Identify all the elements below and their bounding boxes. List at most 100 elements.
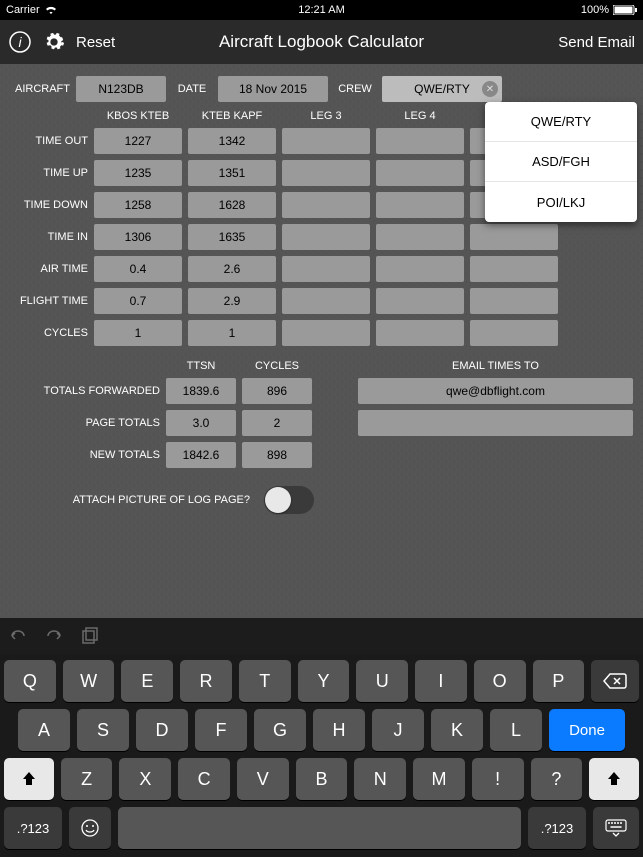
- cell-0-0[interactable]: 1227: [94, 128, 182, 154]
- cycles-1[interactable]: 2: [242, 410, 312, 436]
- key-A[interactable]: A: [18, 709, 70, 751]
- ttsn-2[interactable]: 1842.6: [166, 442, 236, 468]
- key-U[interactable]: U: [356, 660, 408, 702]
- key-?[interactable]: ?: [531, 758, 583, 800]
- crew-option-2[interactable]: ASD/FGH: [485, 142, 637, 182]
- key-B[interactable]: B: [296, 758, 348, 800]
- ttsn-0[interactable]: 1839.6: [166, 378, 236, 404]
- key-P[interactable]: P: [533, 660, 585, 702]
- space-key[interactable]: [118, 807, 521, 849]
- content-area: AIRCRAFT N123DB DATE 18 Nov 2015 CREW QW…: [0, 64, 643, 618]
- cell-3-4[interactable]: [470, 224, 558, 250]
- cell-5-2[interactable]: [282, 288, 370, 314]
- redo-icon[interactable]: [44, 626, 64, 646]
- aircraft-field[interactable]: N123DB: [76, 76, 166, 102]
- cycles-2[interactable]: 898: [242, 442, 312, 468]
- hide-keyboard-key[interactable]: [593, 807, 639, 849]
- cell-3-1[interactable]: 1635: [188, 224, 276, 250]
- key-Q[interactable]: Q: [4, 660, 56, 702]
- crew-option-3[interactable]: POI/LKJ: [485, 182, 637, 222]
- crew-option-1[interactable]: QWE/RTY: [485, 102, 637, 142]
- emoji-key[interactable]: [69, 807, 111, 849]
- clear-crew-icon[interactable]: ✕: [482, 81, 498, 97]
- cell-4-4[interactable]: [470, 256, 558, 282]
- key-K[interactable]: K: [431, 709, 483, 751]
- cell-5-3[interactable]: [376, 288, 464, 314]
- row-label-4: AIR TIME: [10, 263, 88, 275]
- cycles-0[interactable]: 896: [242, 378, 312, 404]
- clipboard-icon[interactable]: [80, 626, 100, 646]
- cell-3-2[interactable]: [282, 224, 370, 250]
- keyboard-area: QWERTYUIOP ASDFGHJKLDone ZXCVBNM!? .?123…: [0, 618, 643, 857]
- cell-6-4[interactable]: [470, 320, 558, 346]
- reset-button[interactable]: Reset: [76, 34, 115, 51]
- cell-2-3[interactable]: [376, 192, 464, 218]
- shift-right-key[interactable]: [589, 758, 639, 800]
- cell-6-2[interactable]: [282, 320, 370, 346]
- attach-toggle[interactable]: [264, 486, 314, 514]
- done-key[interactable]: Done: [549, 709, 625, 751]
- cell-5-0[interactable]: 0.7: [94, 288, 182, 314]
- cell-6-3[interactable]: [376, 320, 464, 346]
- key-V[interactable]: V: [237, 758, 289, 800]
- totals-label-0: TOTALS FORWARDED: [10, 385, 160, 397]
- key-Y[interactable]: Y: [298, 660, 350, 702]
- cell-2-1[interactable]: 1628: [188, 192, 276, 218]
- cell-6-1[interactable]: 1: [188, 320, 276, 346]
- cell-1-3[interactable]: [376, 160, 464, 186]
- shift-left-key[interactable]: [4, 758, 54, 800]
- key-R[interactable]: R: [180, 660, 232, 702]
- cell-4-3[interactable]: [376, 256, 464, 282]
- key-J[interactable]: J: [372, 709, 424, 751]
- key-M[interactable]: M: [413, 758, 465, 800]
- key-C[interactable]: C: [178, 758, 230, 800]
- key-W[interactable]: W: [63, 660, 115, 702]
- numbers-key[interactable]: .?123: [4, 807, 62, 849]
- send-email-button[interactable]: Send Email: [558, 34, 635, 51]
- cell-0-2[interactable]: [282, 128, 370, 154]
- key-L[interactable]: L: [490, 709, 542, 751]
- crew-field[interactable]: QWE/RTY ✕: [382, 76, 502, 102]
- email-field-0[interactable]: qwe@dbflight.com: [358, 378, 633, 404]
- cell-2-0[interactable]: 1258: [94, 192, 182, 218]
- key-F[interactable]: F: [195, 709, 247, 751]
- undo-icon[interactable]: [8, 626, 28, 646]
- cell-4-0[interactable]: 0.4: [94, 256, 182, 282]
- key-D[interactable]: D: [136, 709, 188, 751]
- info-icon[interactable]: i: [8, 30, 32, 54]
- cell-5-4[interactable]: [470, 288, 558, 314]
- date-field[interactable]: 18 Nov 2015: [218, 76, 328, 102]
- key-I[interactable]: I: [415, 660, 467, 702]
- key-T[interactable]: T: [239, 660, 291, 702]
- cell-4-2[interactable]: [282, 256, 370, 282]
- email-field-1[interactable]: [358, 410, 633, 436]
- cell-5-1[interactable]: 2.9: [188, 288, 276, 314]
- cell-6-0[interactable]: 1: [94, 320, 182, 346]
- cell-0-1[interactable]: 1342: [188, 128, 276, 154]
- cell-4-1[interactable]: 2.6: [188, 256, 276, 282]
- numbers-key-right[interactable]: .?123: [528, 807, 586, 849]
- cell-1-0[interactable]: 1235: [94, 160, 182, 186]
- key-G[interactable]: G: [254, 709, 306, 751]
- status-bar: Carrier 12:21 AM 100%: [0, 0, 643, 20]
- key-Z[interactable]: Z: [61, 758, 113, 800]
- key-N[interactable]: N: [354, 758, 406, 800]
- key-S[interactable]: S: [77, 709, 129, 751]
- gear-icon[interactable]: [42, 30, 66, 54]
- key-E[interactable]: E: [121, 660, 173, 702]
- ttsn-1[interactable]: 3.0: [166, 410, 236, 436]
- key-X[interactable]: X: [119, 758, 171, 800]
- leg-header-2: KTEB KAPF: [188, 110, 276, 122]
- cell-1-2[interactable]: [282, 160, 370, 186]
- key-H[interactable]: H: [313, 709, 365, 751]
- key-O[interactable]: O: [474, 660, 526, 702]
- backspace-key[interactable]: [591, 660, 639, 702]
- totals-label-1: PAGE TOTALS: [10, 417, 160, 429]
- crew-label: CREW: [334, 83, 376, 95]
- cell-3-3[interactable]: [376, 224, 464, 250]
- cell-3-0[interactable]: 1306: [94, 224, 182, 250]
- cell-2-2[interactable]: [282, 192, 370, 218]
- cell-0-3[interactable]: [376, 128, 464, 154]
- cell-1-1[interactable]: 1351: [188, 160, 276, 186]
- key-![interactable]: !: [472, 758, 524, 800]
